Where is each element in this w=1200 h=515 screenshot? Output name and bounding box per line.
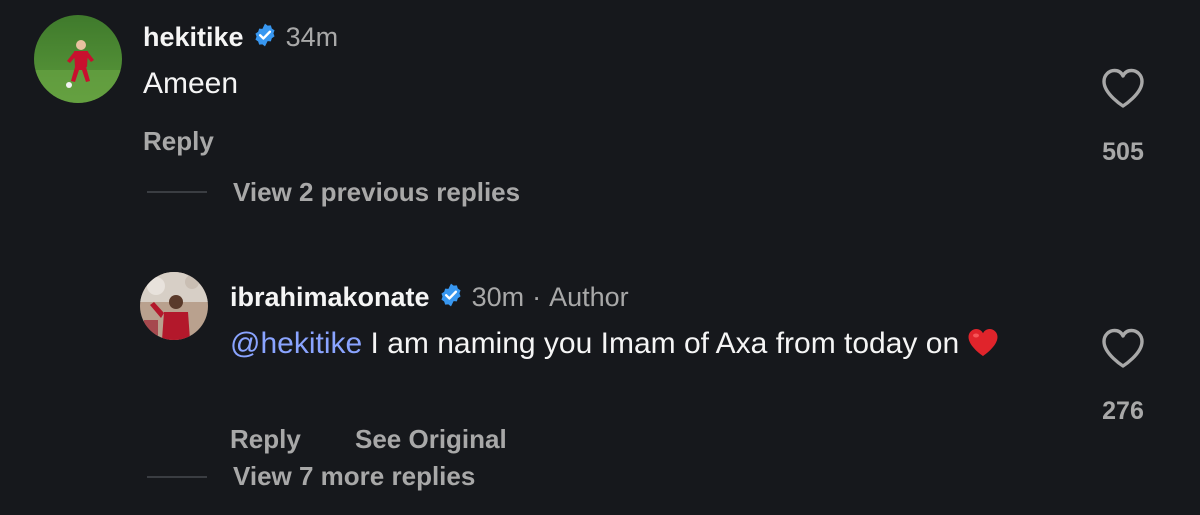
timestamp: 30m [471,281,525,312]
username[interactable]: hekitike [143,22,244,53]
verified-badge-icon [438,282,464,313]
reply-button[interactable]: Reply [230,424,301,455]
red-heart-icon [967,328,999,367]
verified-badge-icon [252,22,278,53]
like-count: 276 [1102,397,1144,425]
thread-divider [147,476,207,478]
timestamp: 34m [285,21,339,52]
comment-text: Ameen [143,67,239,100]
heart-outline-icon [1102,68,1144,108]
view-previous-replies-button[interactable]: View 2 previous replies [233,177,520,208]
author-label: Author [549,281,629,312]
mention-link[interactable]: @hekitike [230,327,362,360]
avatar-ibrahimakonate[interactable] [140,272,208,340]
thread-divider [147,191,207,193]
heart-outline-icon [1102,328,1144,368]
comment-header: hekitike 34m [143,20,338,54]
username[interactable]: ibrahimakonate [230,282,430,313]
avatar-hekitike[interactable] [34,15,122,103]
reply-header: ibrahimakonate 30m · Author [230,280,629,314]
like-button[interactable] [1100,67,1146,114]
view-more-replies-button[interactable]: View 7 more replies [233,461,475,492]
like-count: 505 [1102,138,1144,166]
like-button[interactable] [1100,327,1146,374]
reply-button[interactable]: Reply [143,126,214,157]
meta-separator: · [532,281,542,312]
see-original-button[interactable]: See Original [355,424,507,455]
reply-text: @hekitike I am naming you Imam of Axa fr… [230,324,1070,367]
reply-body: I am naming you Imam of Axa from today o… [362,327,968,360]
